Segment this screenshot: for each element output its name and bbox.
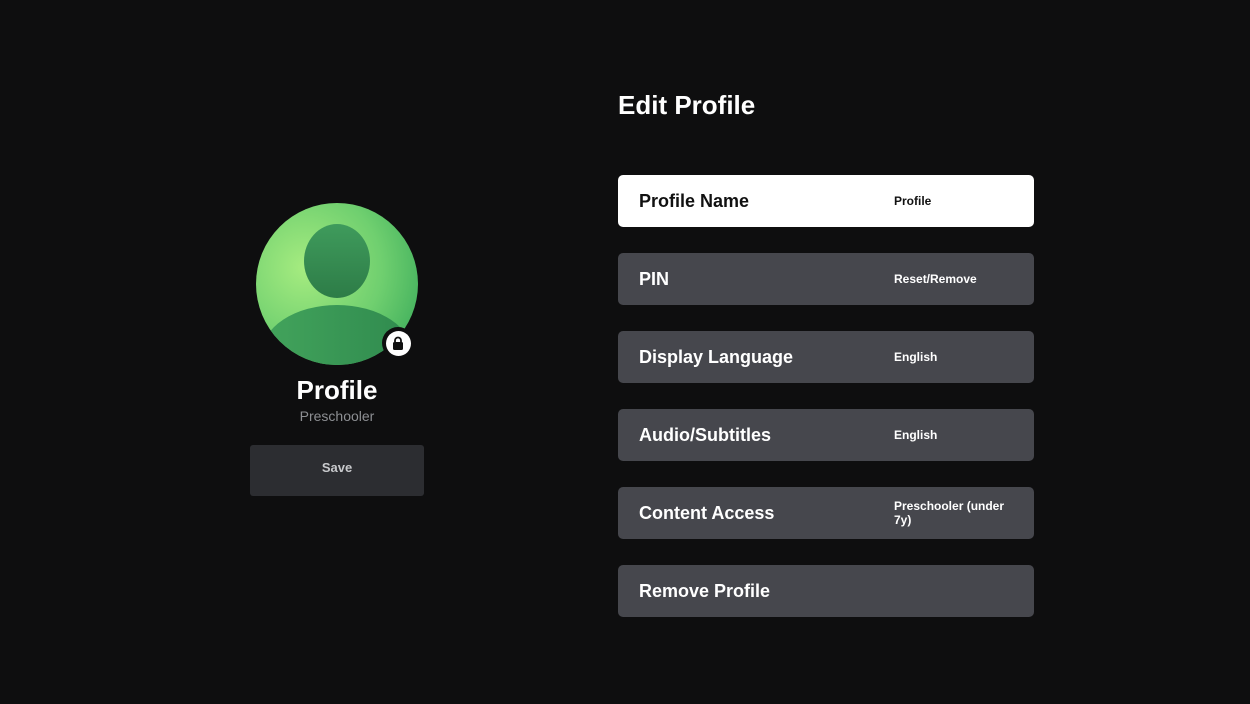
save-button[interactable]: Save — [250, 445, 424, 496]
setting-label: Profile Name — [639, 190, 750, 211]
setting-value: Profile — [894, 194, 932, 208]
setting-label: PIN — [639, 268, 670, 289]
setting-value: English — [894, 350, 938, 364]
setting-label: Remove Profile — [639, 580, 771, 601]
remove-profile-row[interactable]: Remove Profile — [618, 565, 1034, 617]
pin-row[interactable]: PIN Reset/Remove — [618, 253, 1034, 305]
edit-profile-screen: Profile Preschooler Save Edit Profile Pr… — [0, 0, 1250, 704]
setting-label: Display Language — [639, 346, 794, 367]
content-access-row[interactable]: Content Access Preschooler (under 7y) — [618, 487, 1034, 539]
setting-value: Preschooler (under 7y) — [894, 499, 1005, 527]
profile-type-label: Preschooler — [299, 408, 375, 424]
avatar-container — [256, 203, 418, 365]
profile-name-row[interactable]: Profile Name Profile — [618, 175, 1034, 227]
lock-badge — [382, 327, 414, 359]
profile-summary: Profile Preschooler Save — [250, 203, 424, 496]
setting-value: Reset/Remove — [894, 272, 977, 286]
display-language-row[interactable]: Display Language English — [618, 331, 1034, 383]
lock-icon — [393, 336, 403, 350]
setting-value — [894, 565, 1024, 617]
setting-value: English — [894, 428, 938, 442]
profile-name: Profile — [296, 375, 378, 405]
setting-label: Audio/Subtitles — [639, 424, 771, 445]
settings-list: Profile Name Profile PIN Reset/Remove Di… — [618, 175, 1034, 643]
audio-subtitles-row[interactable]: Audio/Subtitles English — [618, 409, 1034, 461]
setting-label: Content Access — [639, 502, 775, 523]
page-title: Edit Profile — [618, 90, 756, 120]
